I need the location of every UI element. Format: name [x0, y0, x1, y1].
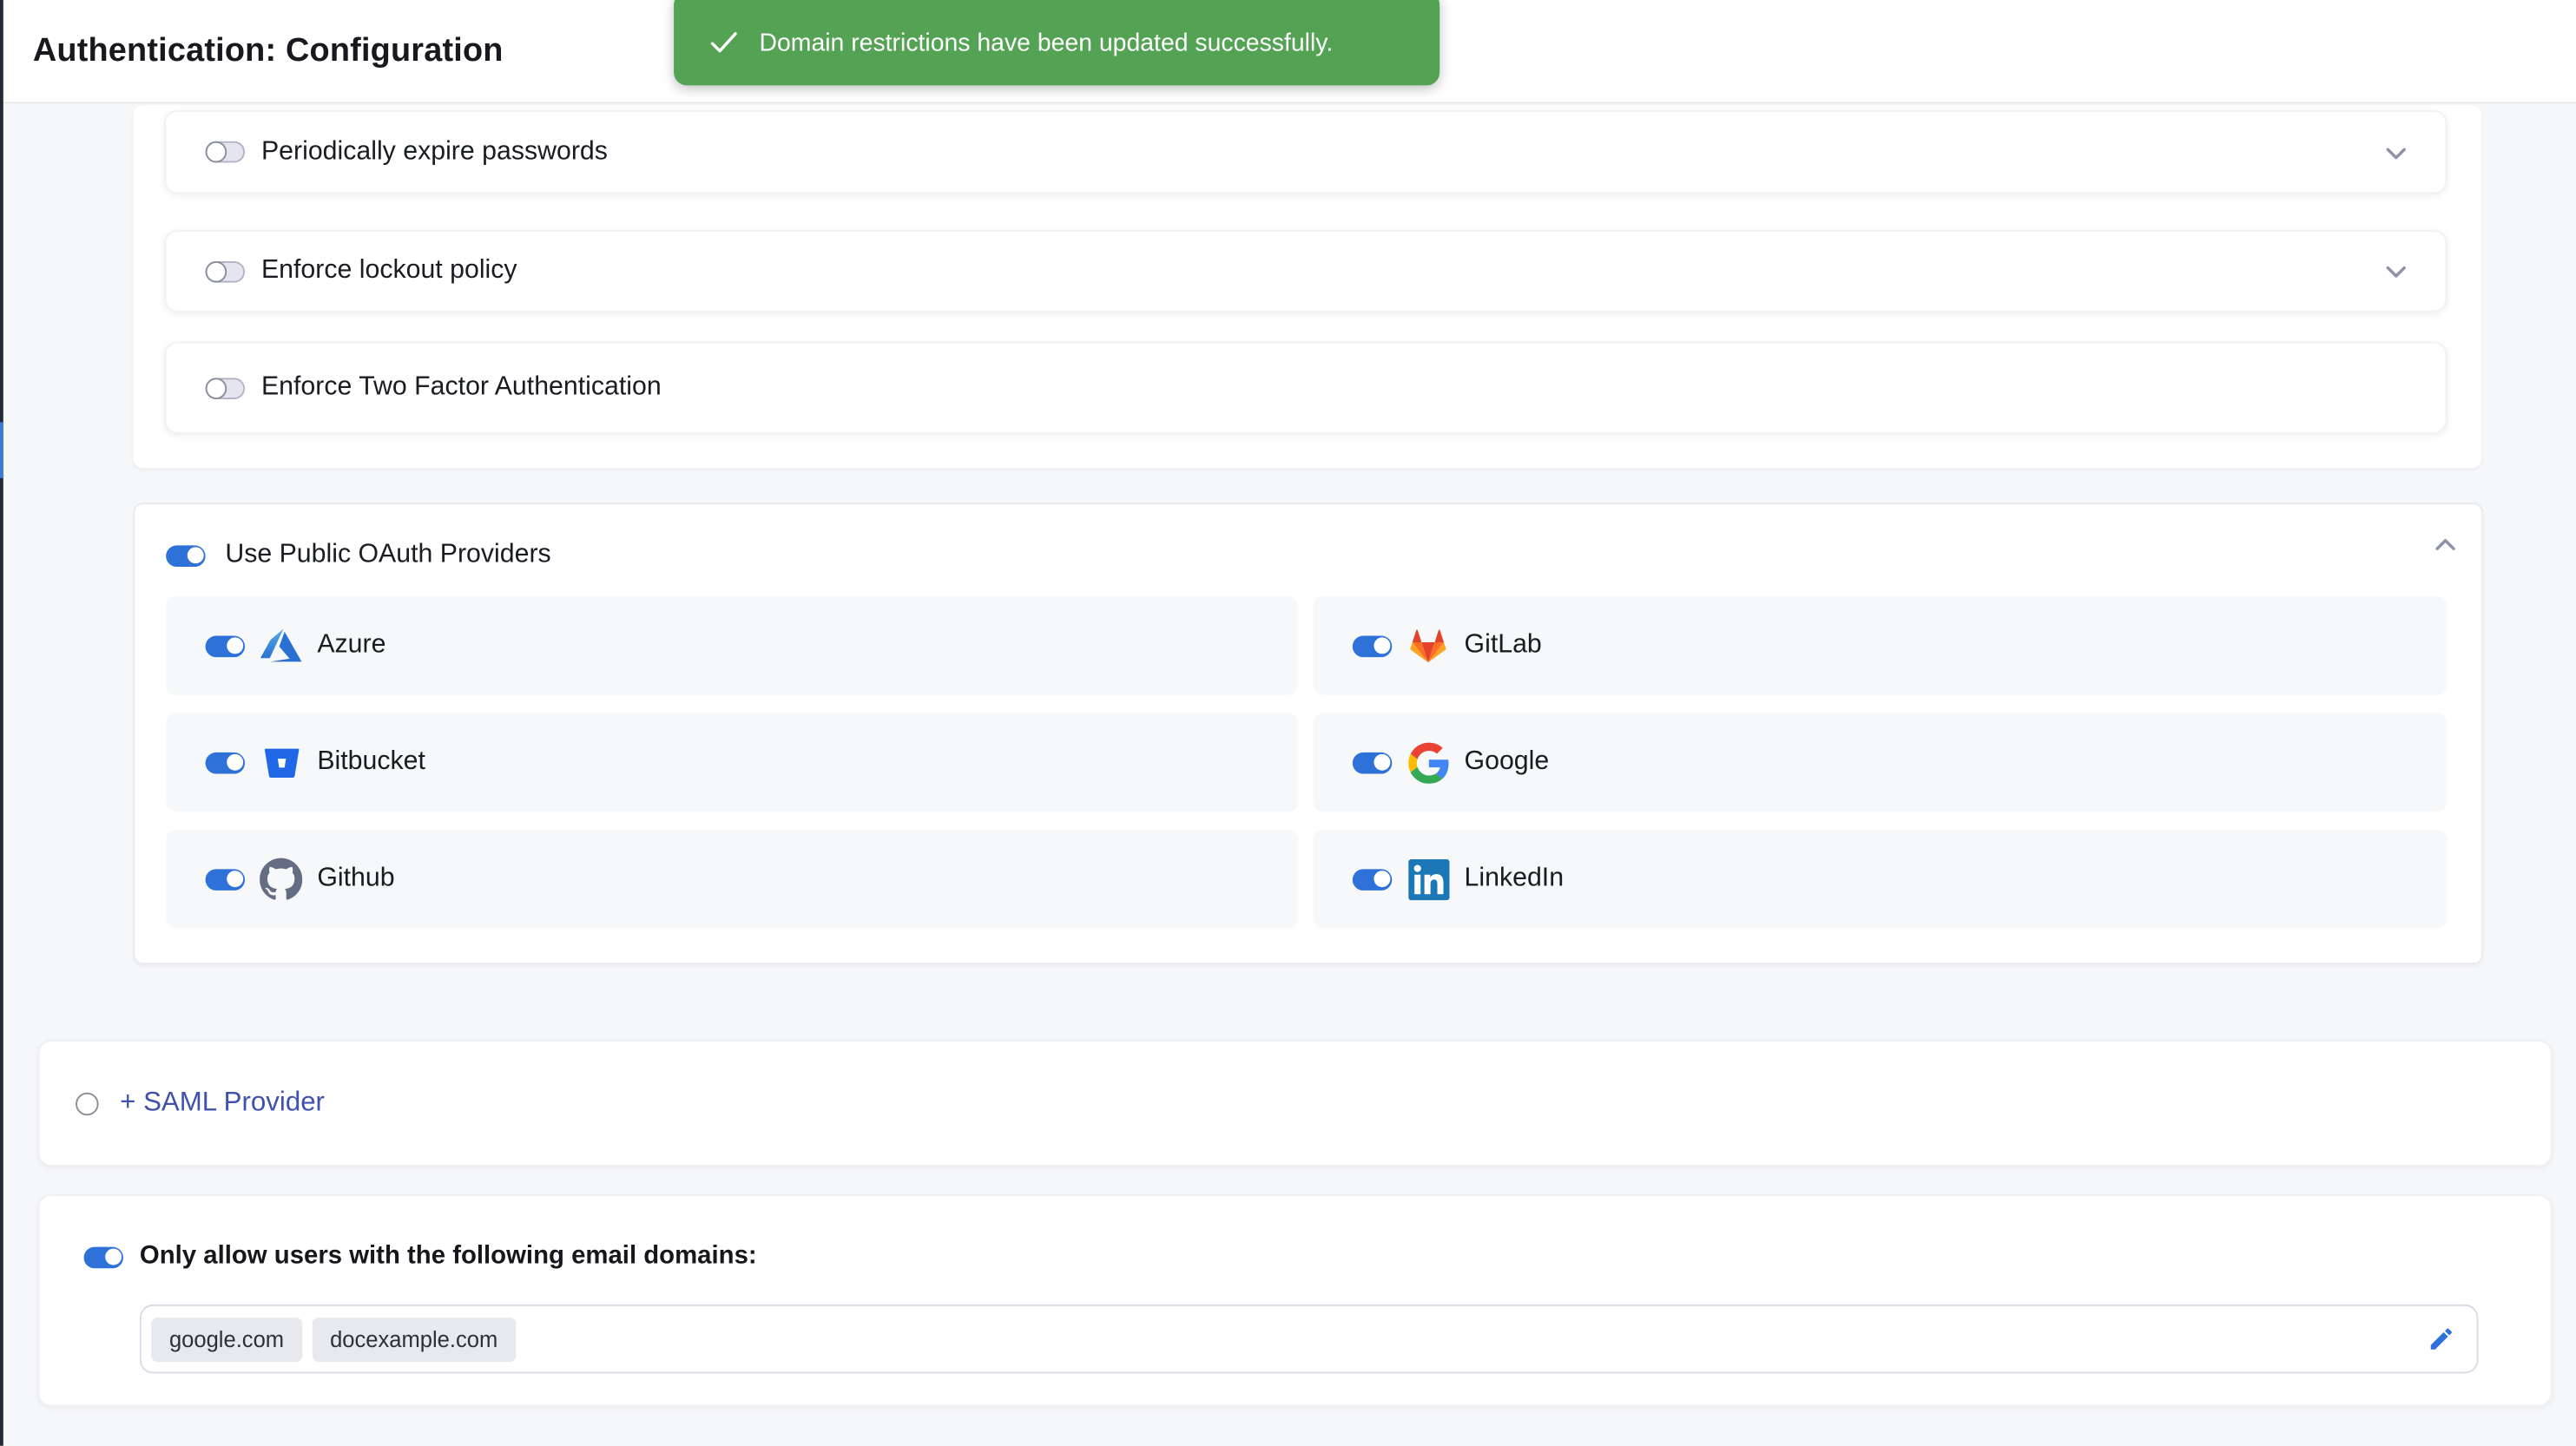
toggle-knob	[104, 1249, 121, 1265]
email-domains-toggle[interactable]	[84, 1246, 123, 1268]
two-factor-toggle[interactable]	[206, 377, 245, 398]
provider-row-google: Google	[1313, 713, 2447, 812]
check-icon	[710, 31, 738, 55]
linkedin-toggle[interactable]	[1353, 868, 1392, 890]
setting-label: Enforce lockout policy	[261, 256, 517, 286]
toggle-knob	[206, 260, 227, 282]
provider-label: Bitbucket	[317, 747, 425, 777]
toggle-knob	[1373, 871, 1389, 887]
setting-label: Periodically expire passwords	[261, 137, 608, 167]
github-toggle[interactable]	[206, 868, 245, 890]
add-saml-provider-link[interactable]: + SAML Provider	[120, 1088, 325, 1119]
provider-row-github: Github	[166, 830, 1298, 929]
provider-row-gitlab: GitLab	[1313, 596, 2447, 695]
sidebar-edge	[0, 0, 3, 1446]
provider-row-bitbucket: Bitbucket	[166, 713, 1298, 812]
success-toast: Domain restrictions have been updated su…	[674, 0, 1440, 85]
setting-row-two-factor[interactable]: Enforce Two Factor Authentication	[164, 342, 2447, 434]
provider-label: Github	[317, 864, 394, 894]
toggle-knob	[206, 377, 227, 398]
provider-label: Google	[1465, 747, 1550, 777]
gitlab-icon	[1407, 624, 1449, 667]
setting-row-lockout-policy[interactable]: Enforce lockout policy	[164, 230, 2447, 312]
oauth-providers-panel: Use Public OAuth Providers Azure	[133, 503, 2483, 964]
chevron-up-icon[interactable]	[2432, 532, 2458, 558]
sidebar-edge-active-indicator	[0, 422, 3, 477]
email-domains-label: Only allow users with the following emai…	[140, 1242, 757, 1272]
provider-label: LinkedIn	[1465, 864, 1565, 894]
chevron-down-icon[interactable]	[2383, 258, 2409, 284]
oauth-panel-label: Use Public OAuth Providers	[225, 541, 550, 570]
bitbucket-toggle[interactable]	[206, 752, 245, 773]
setting-label: Enforce Two Factor Authentication	[261, 373, 662, 403]
linkedin-icon	[1407, 858, 1449, 900]
provider-label: Azure	[317, 631, 385, 661]
provider-row-linkedin: LinkedIn	[1313, 830, 2447, 929]
domain-tag: google.com	[151, 1317, 302, 1361]
toggle-knob	[187, 547, 203, 563]
toggle-knob	[1373, 637, 1389, 654]
domain-tag: docexample.com	[312, 1317, 516, 1361]
bitbucket-icon	[260, 741, 302, 784]
page: Authentication: Configuration Domain res…	[0, 0, 2576, 1446]
gitlab-toggle[interactable]	[1353, 635, 1392, 657]
azure-toggle[interactable]	[206, 635, 245, 657]
github-icon	[260, 858, 302, 900]
toggle-knob	[1373, 754, 1389, 771]
email-domains-card: Only allow users with the following emai…	[38, 1194, 2553, 1406]
azure-icon	[260, 624, 302, 667]
expire-passwords-toggle[interactable]	[206, 141, 245, 163]
toggle-knob	[226, 637, 242, 654]
toggle-knob	[206, 141, 227, 163]
domain-tags-input[interactable]: google.com docexample.com	[140, 1305, 2479, 1374]
oauth-provider-grid: Azure GitLab	[166, 596, 2447, 928]
lockout-policy-toggle[interactable]	[206, 260, 245, 282]
provider-label: GitLab	[1465, 631, 1542, 661]
toggle-knob	[226, 871, 242, 887]
oauth-providers-toggle[interactable]	[166, 544, 205, 566]
pencil-icon[interactable]	[2428, 1325, 2455, 1353]
toggle-knob	[226, 754, 242, 771]
security-settings-panel: Periodically expire passwords Enforce lo…	[133, 105, 2481, 468]
saml-provider-card: + SAML Provider	[38, 1040, 2553, 1167]
toast-message: Domain restrictions have been updated su…	[760, 29, 1334, 56]
email-domains-header: Only allow users with the following emai…	[84, 1242, 757, 1272]
oauth-panel-header: Use Public OAuth Providers	[166, 534, 2450, 576]
google-toggle[interactable]	[1353, 752, 1392, 773]
chevron-down-icon[interactable]	[2383, 139, 2409, 165]
setting-row-expire-passwords[interactable]: Periodically expire passwords	[164, 110, 2447, 194]
page-title: Authentication: Configuration	[33, 0, 504, 102]
google-icon	[1407, 741, 1449, 784]
provider-row-azure: Azure	[166, 596, 1298, 695]
radio-circle-icon[interactable]	[76, 1092, 99, 1115]
